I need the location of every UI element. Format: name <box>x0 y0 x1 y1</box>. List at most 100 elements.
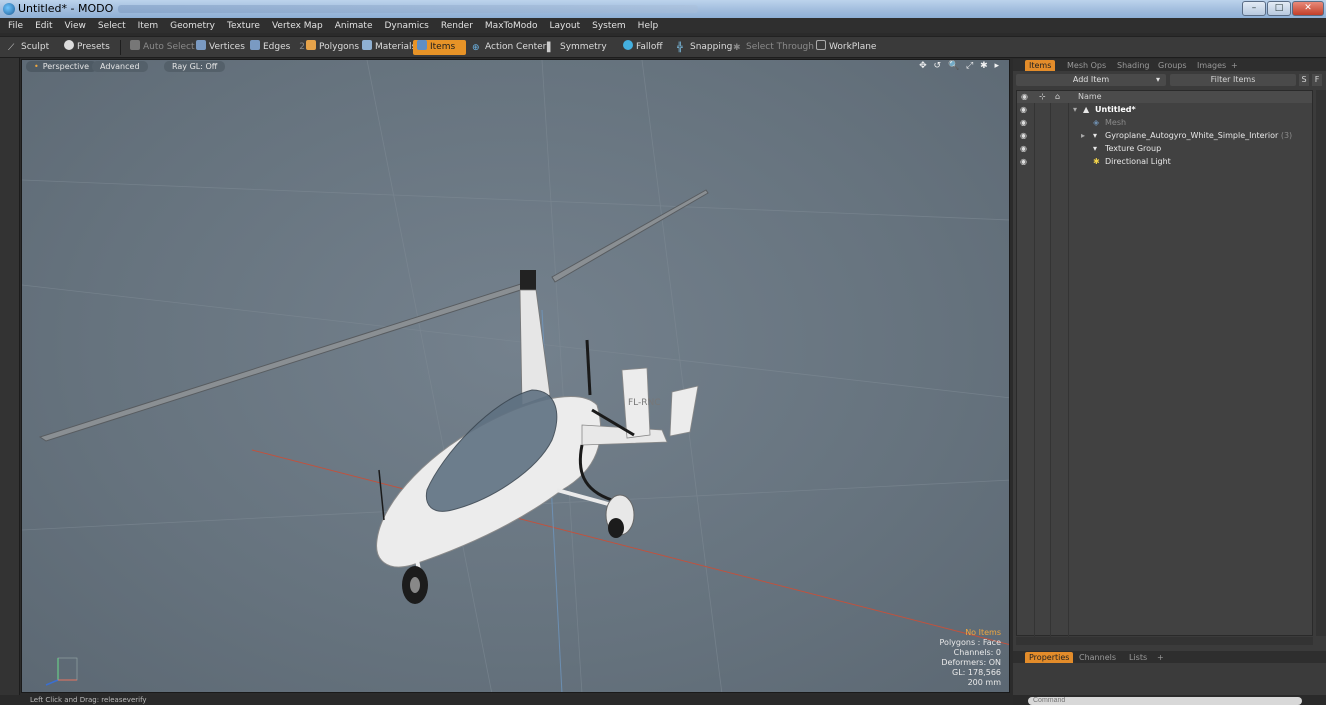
menu-file[interactable]: File <box>8 21 23 31</box>
gl-info: GL: 178,566 <box>952 668 1001 677</box>
viewport-header: • Perspective Advanced Ray GL: Off ✥ ↺ 🔍 … <box>22 60 1009 74</box>
filter-items-field[interactable]: Filter Items <box>1170 74 1296 86</box>
tree-row-gyroplane[interactable]: ◉ ▸ ▾ Gyroplane_Autogyro_White_Simple_In… <box>1017 129 1312 142</box>
tree-row-directional-light[interactable]: ◉ ✱ Directional Light <box>1017 155 1312 168</box>
3d-viewport[interactable]: FL-RNC • Perspective Advanced Ray GL: Off… <box>21 59 1010 693</box>
tab-mesh-ops[interactable]: Mesh Ops <box>1063 60 1110 71</box>
menu-vertex-map[interactable]: Vertex Map <box>272 21 323 31</box>
tree-row-texture-group[interactable]: ◉ ▾ Texture Group <box>1017 142 1312 155</box>
action-center-label: Action Center <box>485 42 547 52</box>
auto-select-button[interactable]: Auto Select <box>126 40 199 55</box>
viewport-nav-icons[interactable]: ✥ ↺ 🔍 ⤢ ✱ ▸ <box>919 61 1001 71</box>
left-tool-strip[interactable] <box>0 58 20 705</box>
workplane-icon <box>816 40 826 50</box>
minimize-button[interactable]: – <box>1242 1 1266 16</box>
tree-row-untitled[interactable]: ◉ ▾ ▲ Untitled* <box>1017 103 1312 116</box>
action-center-button[interactable]: ⊕ Action Center <box>468 40 550 55</box>
materials-icon <box>362 40 372 50</box>
tab-add-properties[interactable]: + <box>1153 652 1168 663</box>
tree-scrollbar[interactable] <box>1316 90 1326 636</box>
tree-label-texture-group: Texture Group <box>1105 144 1162 153</box>
tab-add[interactable]: + <box>1227 60 1242 71</box>
tree-row-mesh[interactable]: ◉ ◈ Mesh <box>1017 116 1312 129</box>
texture-group-icon: ▾ <box>1093 144 1098 153</box>
tab-properties[interactable]: Properties <box>1025 652 1074 663</box>
s-button[interactable]: S <box>1299 74 1309 86</box>
tab-shading[interactable]: Shading <box>1113 60 1154 71</box>
axis-gizmo <box>45 657 78 686</box>
command-input[interactable] <box>1028 697 1302 705</box>
tab-groups[interactable]: Groups <box>1154 60 1191 71</box>
visibility-icon[interactable]: ◉ <box>1020 142 1027 155</box>
edges-button[interactable]: Edges 2 <box>246 40 309 55</box>
menu-view[interactable]: View <box>65 21 86 31</box>
menu-maxtomodo[interactable]: MaxToModo <box>485 21 538 31</box>
column-divider <box>1034 103 1035 637</box>
menu-render[interactable]: Render <box>441 21 473 31</box>
menu-layout[interactable]: Layout <box>550 21 581 31</box>
channels-info: Channels: 0 <box>953 648 1001 657</box>
select-through-button[interactable]: ✱ Select Through <box>729 40 818 55</box>
properties-tabbar: Properties Channels Lists + <box>1013 651 1326 663</box>
visibility-icon[interactable]: ◉ <box>1020 116 1027 129</box>
main-toolbar: ⟋ Sculpt Presets Auto Select Vertices Edg… <box>0 36 1326 58</box>
vertical-tail-right <box>669 385 699 437</box>
tab-images[interactable]: Images <box>1193 60 1230 71</box>
snapping-button[interactable]: ╬ Snapping <box>673 40 736 55</box>
workplane-button[interactable]: WorkPlane <box>812 40 880 55</box>
tab-lists[interactable]: Lists <box>1125 652 1151 663</box>
raygl-pill[interactable]: Ray GL: Off <box>164 61 226 72</box>
items-button[interactable]: Items <box>413 40 466 55</box>
falloff-button[interactable]: Falloff <box>619 40 667 55</box>
viewport-info-overlay: No Items Polygons : Face Channels: 0 Def… <box>940 628 1001 688</box>
tree-label-directional-light: Directional Light <box>1105 157 1171 166</box>
nose-wheel-hub <box>410 577 420 593</box>
visibility-icon[interactable]: ◉ <box>1020 103 1027 116</box>
polygons-info: Polygons : Face <box>939 638 1001 647</box>
polygons-label: Polygons <box>319 42 360 52</box>
shading-mode-pill[interactable]: Advanced <box>92 61 148 72</box>
symmetry-button[interactable]: ▌ Symmetry <box>543 40 611 55</box>
menu-select[interactable]: Select <box>98 21 126 31</box>
vertices-button[interactable]: Vertices <box>192 40 249 55</box>
items-tabbar: Items Mesh Ops Shading Groups Images + <box>1013 59 1326 71</box>
visibility-icon[interactable]: ◉ <box>1020 155 1027 168</box>
sculpt-button[interactable]: ⟋ Sculpt <box>4 40 53 55</box>
menu-system[interactable]: System <box>592 21 626 31</box>
expand-arrow-icon[interactable]: ▸ <box>1081 129 1085 142</box>
add-item-button[interactable]: Add Item ▾ <box>1016 74 1166 86</box>
tree-label-untitled: Untitled* <box>1095 105 1136 114</box>
menu-animate[interactable]: Animate <box>335 21 373 31</box>
visibility-icon[interactable]: ◉ <box>1020 129 1027 142</box>
menu-dynamics[interactable]: Dynamics <box>384 21 428 31</box>
view-mode-pill[interactable]: • Perspective <box>26 61 98 72</box>
materials-button[interactable]: Materials <box>358 40 420 55</box>
tab-channels[interactable]: Channels <box>1075 652 1120 663</box>
expand-arrow-icon[interactable]: ▾ <box>1073 103 1077 116</box>
items-label: Items <box>430 42 456 52</box>
locator-icon: ▾ <box>1093 131 1098 140</box>
f-button[interactable]: F <box>1312 74 1322 86</box>
maximize-button[interactable]: □ <box>1267 1 1291 16</box>
edges-label: Edges <box>263 42 291 52</box>
grid-lines <box>22 60 1009 692</box>
name-column-header: Name <box>1078 92 1102 101</box>
menu-item[interactable]: Item <box>138 21 159 31</box>
status-bar: Left Click and Drag: releaseverify <box>0 695 1010 705</box>
menu-texture[interactable]: Texture <box>227 21 260 31</box>
command-bar <box>1013 695 1326 705</box>
rotor-mast <box>519 289 551 406</box>
snapping-label: Snapping <box>690 42 733 52</box>
presets-icon <box>64 40 74 50</box>
polygons-button[interactable]: Polygons <box>302 40 363 55</box>
close-button[interactable]: ✕ <box>1292 1 1324 16</box>
menu-help[interactable]: Help <box>638 21 659 31</box>
menu-edit[interactable]: Edit <box>35 21 52 31</box>
tab-items[interactable]: Items <box>1025 60 1056 71</box>
menu-geometry[interactable]: Geometry <box>170 21 215 31</box>
presets-button[interactable]: Presets <box>60 40 114 55</box>
tree-hscrollbar[interactable] <box>1016 637 1313 645</box>
gyroplane-name: Gyroplane_Autogyro_White_Simple_Interior <box>1105 131 1279 140</box>
vertices-icon <box>196 40 206 50</box>
symmetry-icon: ▌ <box>547 43 554 53</box>
